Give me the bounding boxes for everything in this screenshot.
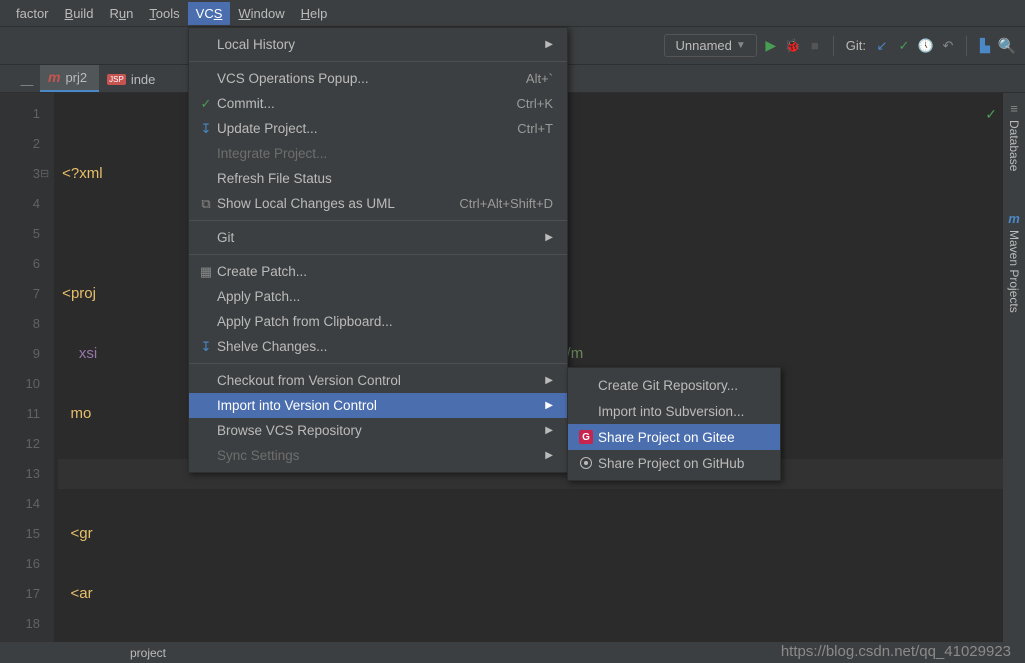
vcs-menu-item[interactable]: Refresh File Status: [189, 166, 567, 191]
vcs-menu-item[interactable]: ▦Create Patch...: [189, 259, 567, 284]
database-icon: ≡: [1010, 101, 1018, 116]
import-submenu-item[interactable]: Create Git Repository...: [568, 372, 780, 398]
hide-tool-windows-icon[interactable]: —: [18, 77, 36, 92]
vcs-menu-item: Sync Settings▶: [189, 443, 567, 468]
git-history-icon[interactable]: 🕔: [918, 38, 934, 54]
menu-run[interactable]: Run: [101, 2, 141, 25]
vcs-menu-item[interactable]: Browse VCS Repository▶: [189, 418, 567, 443]
menu-window[interactable]: Window: [230, 2, 292, 25]
line-gutter: 123 456 789 101112 131415 161718 ⊟: [0, 93, 54, 642]
menu-build[interactable]: Build: [57, 2, 102, 25]
vcs-menu: Local History▶ VCS Operations Popup...Alt…: [188, 27, 568, 473]
menu-refactor[interactable]: factor: [8, 2, 57, 25]
import-submenu-item[interactable]: GShare Project on Gitee: [568, 424, 780, 450]
git-update-icon[interactable]: ↙: [874, 38, 890, 54]
maven-icon: m: [1008, 211, 1020, 226]
menu-vcs[interactable]: VCS: [188, 2, 231, 25]
vcs-menu-item[interactable]: Apply Patch...: [189, 284, 567, 309]
menu-tools[interactable]: Tools: [141, 2, 187, 25]
vcs-menu-item[interactable]: Checkout from Version Control▶: [189, 368, 567, 393]
jsp-file-icon: JSP: [107, 74, 126, 85]
tab-prj2[interactable]: m prj2: [40, 64, 99, 92]
vcs-menu-item[interactable]: ✓Commit...Ctrl+K: [189, 91, 567, 116]
vcs-menu-item: Integrate Project...: [189, 141, 567, 166]
vcs-menu-item[interactable]: Apply Patch from Clipboard...: [189, 309, 567, 334]
vcs-menu-item[interactable]: Import into Version Control▶: [189, 393, 567, 418]
debug-icon[interactable]: 🐞: [785, 38, 801, 54]
project-structure-icon[interactable]: ▙: [977, 38, 993, 54]
git-revert-icon[interactable]: ↶: [940, 38, 956, 54]
vcs-menu-item[interactable]: ⧉Show Local Changes as UMLCtrl+Alt+Shift…: [189, 191, 567, 216]
github-icon: [580, 457, 592, 469]
breadcrumb[interactable]: project: [130, 646, 166, 660]
fold-toggle-icon[interactable]: ⊟: [40, 159, 49, 189]
vcs-menu-item[interactable]: VCS Operations Popup...Alt+`: [189, 66, 567, 91]
maven-tool-button[interactable]: m Maven Projects: [1007, 211, 1021, 313]
database-tool-button[interactable]: ≡ Database: [1007, 101, 1021, 171]
git-commit-icon[interactable]: ✓: [896, 38, 912, 54]
import-submenu-item[interactable]: Import into Subversion...: [568, 398, 780, 424]
menubar: factor Build Run Tools VCS Window Help: [0, 0, 1025, 27]
analysis-ok-icon: ✓: [985, 99, 997, 129]
import-submenu-item[interactable]: Share Project on GitHub: [568, 450, 780, 476]
maven-file-icon: m: [48, 69, 60, 85]
search-icon[interactable]: 🔍: [999, 38, 1015, 54]
watermark: https://blog.csdn.net/qq_41029923: [781, 643, 1011, 660]
import-into-vcs-submenu: Create Git Repository...Import into Subv…: [567, 367, 781, 481]
tab-index[interactable]: JSP inde: [99, 67, 167, 92]
vcs-menu-item[interactable]: ↧Update Project...Ctrl+T: [189, 116, 567, 141]
gitee-icon: G: [579, 430, 593, 444]
vcs-menu-item[interactable]: ↧Shelve Changes...: [189, 334, 567, 359]
vcs-menu-item[interactable]: Git▶: [189, 225, 567, 250]
stop-icon: ■: [807, 38, 823, 54]
run-icon[interactable]: ▶: [763, 38, 779, 54]
run-config-selector[interactable]: Unnamed▼: [664, 34, 756, 57]
vcs-menu-item[interactable]: Local History▶: [189, 32, 567, 57]
menu-help[interactable]: Help: [293, 2, 336, 25]
right-tool-rail: ≡ Database m Maven Projects: [1003, 93, 1025, 642]
git-label: Git:: [846, 38, 866, 53]
